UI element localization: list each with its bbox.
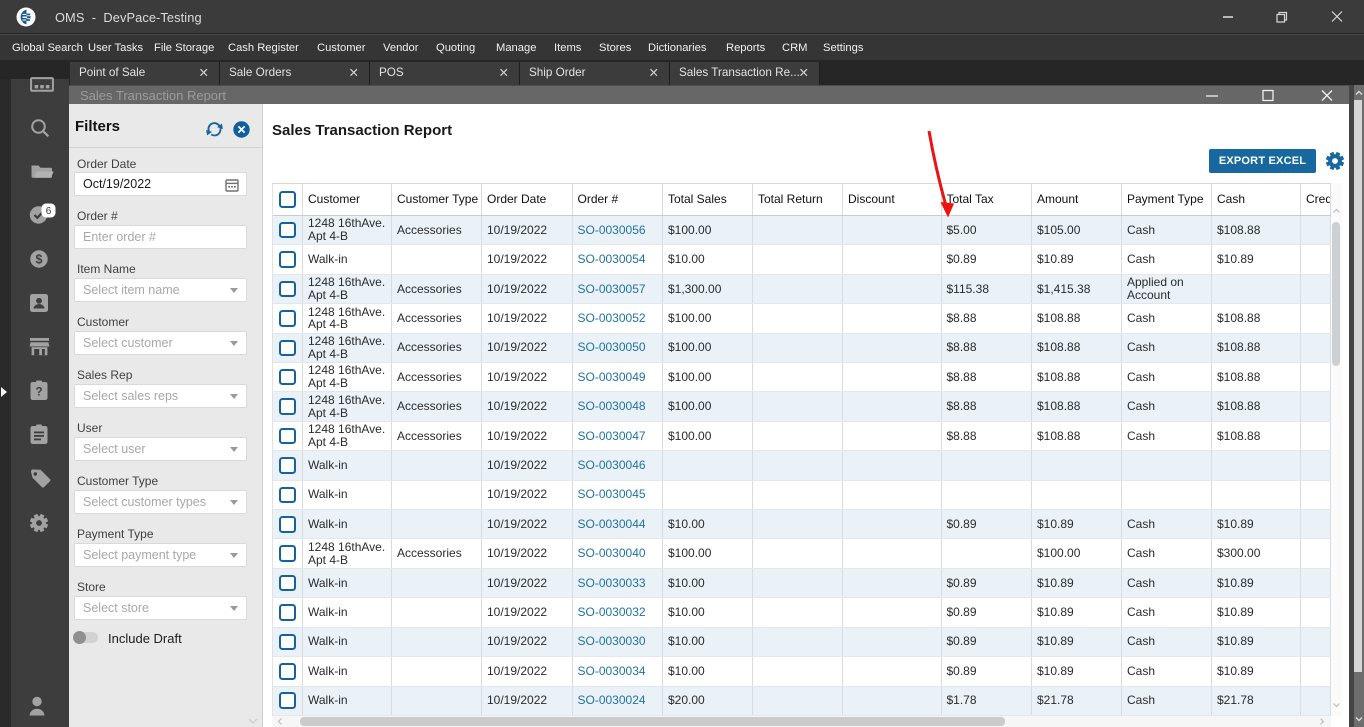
svg-text:$: $	[36, 252, 43, 266]
svg-text:?: ?	[35, 386, 42, 398]
svg-text:6: 6	[46, 206, 52, 217]
